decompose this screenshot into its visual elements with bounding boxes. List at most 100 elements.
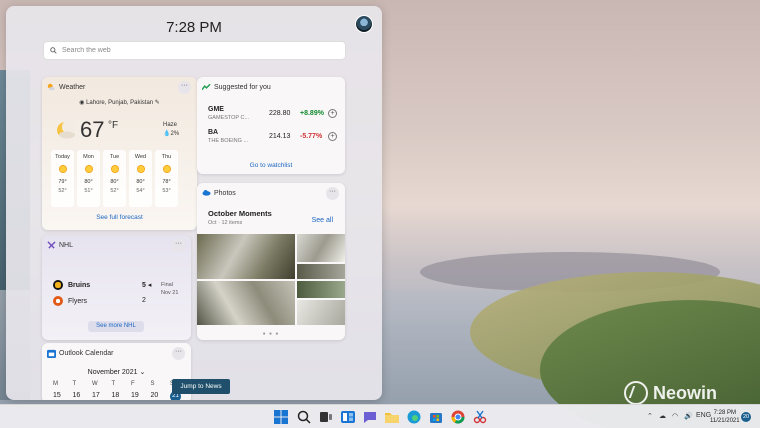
photos-widget[interactable]: Photos ··· October Moments Oct · 12 item… <box>197 183 345 340</box>
trend-chart-icon <box>201 83 211 93</box>
photo-thumbnail[interactable] <box>297 264 345 279</box>
weather-condition: Haze 💧2% <box>163 121 179 139</box>
volume-icon[interactable]: 🔊 <box>684 412 693 420</box>
sun-icon <box>162 165 171 173</box>
game-status: Final Nov 21 <box>161 281 178 297</box>
current-temperature: 67 <box>80 117 105 142</box>
weather-title: Weather <box>59 84 86 91</box>
calendar-date[interactable]: 16 <box>73 392 93 399</box>
nhl-widget[interactable]: NHL ··· Bruins 5 ◂ Flyers 2 Final Nov 21 … <box>42 235 191 340</box>
search-input[interactable] <box>62 47 322 54</box>
forecast-day-name: Mon <box>83 154 94 160</box>
cloud-icon[interactable]: ☁ <box>659 412 666 420</box>
taskbar-date: 11/21/2021 <box>710 418 740 424</box>
photo-grid <box>197 234 345 329</box>
photo-carousel-dots[interactable]: ● ● ● <box>197 331 345 337</box>
calendar-date[interactable]: 17 <box>92 392 112 399</box>
widgets-panel: 7:28 PM Weather ··· ◉ Lahore, Punjab, Pa… <box>6 6 382 400</box>
photos-more-options-icon[interactable]: ··· <box>326 187 339 200</box>
windows-start-icon[interactable] <box>273 409 289 425</box>
stock-row[interactable]: BA THE BOEING ... <box>208 129 248 144</box>
user-avatar[interactable] <box>355 15 373 33</box>
onedrive-cloud-icon <box>202 189 211 198</box>
forecast-day[interactable]: Wed 80° 54° <box>129 150 152 207</box>
chevron-down-icon: ⌄ <box>139 369 146 376</box>
calendar-weekdays: M T W T F S S <box>53 381 190 387</box>
photo-thumbnail[interactable] <box>297 281 345 298</box>
weather-widget[interactable]: Weather ··· ◉ Lahore, Punjab, Pakistan ✎… <box>42 77 197 230</box>
sun-icon <box>58 165 67 173</box>
web-search-box[interactable] <box>43 41 346 60</box>
photo-thumbnail[interactable] <box>197 281 295 325</box>
add-to-watchlist-icon[interactable]: + <box>328 109 337 118</box>
photo-thumbnail[interactable] <box>197 234 295 279</box>
calendar-date[interactable]: 18 <box>112 392 132 399</box>
outlook-calendar-icon <box>47 349 56 360</box>
temperature-unit[interactable]: °F <box>108 120 118 131</box>
stock-name: GAMESTOP C... <box>208 115 250 121</box>
snipping-tool-icon[interactable] <box>472 409 488 425</box>
team-score: 2 <box>142 297 146 304</box>
forecast-day[interactable]: Thu 78° 53° <box>155 150 178 207</box>
nhl-more-options-icon[interactable]: ··· <box>172 239 185 252</box>
calendar-date[interactable]: 19 <box>131 392 151 399</box>
jump-to-news-tooltip[interactable]: Jump to News <box>172 379 230 394</box>
precipitation-value: 2% <box>170 131 180 137</box>
taskbar-clock[interactable]: 7:28 PM 11/21/2021 <box>710 409 740 425</box>
outlook-calendar-widget[interactable]: Outlook Calendar ··· November 2021 ⌄ M T… <box>42 343 191 400</box>
forecast-high: 78° <box>162 179 171 185</box>
edit-pencil-icon: ✎ <box>153 100 160 106</box>
team-row[interactable]: Flyers <box>53 296 87 306</box>
search-icon[interactable] <box>296 409 312 425</box>
weather-partly-sunny-icon <box>47 83 55 93</box>
stocks-widget[interactable]: Suggested for you GME GAMESTOP C... 228.8… <box>197 77 345 174</box>
forecast-high: 79° <box>58 179 67 185</box>
hockey-sticks-icon <box>47 241 56 251</box>
calendar-date[interactable]: 20 <box>151 392 171 399</box>
microsoft-store-icon[interactable] <box>428 409 444 425</box>
weather-more-options-icon[interactable]: ··· <box>178 81 191 94</box>
stock-row[interactable]: GME GAMESTOP C... <box>208 106 249 121</box>
calendar-month-selector[interactable]: November 2021 ⌄ <box>42 368 191 376</box>
widgets-icon[interactable] <box>340 409 356 425</box>
file-explorer-icon[interactable] <box>384 409 400 425</box>
calendar-more-options-icon[interactable]: ··· <box>172 347 185 360</box>
neowin-watermark-text: Neowin <box>653 382 718 403</box>
forecast-day[interactable]: Tue 80° 52° <box>103 150 126 207</box>
calendar-date[interactable]: 15 <box>53 392 73 399</box>
stock-name: THE BOEING ... <box>208 138 249 144</box>
weekday-label: F <box>131 381 135 387</box>
chrome-browser-icon[interactable] <box>450 409 466 425</box>
stocks-title: Suggested for you <box>214 84 271 91</box>
edge-browser-icon[interactable] <box>406 409 422 425</box>
photos-title: Photos <box>214 190 236 197</box>
weekday-label: S <box>150 381 155 387</box>
forecast-day-name: Tue <box>109 154 120 160</box>
photos-see-all-link[interactable]: See all <box>312 217 333 224</box>
teams-chat-icon[interactable] <box>362 409 378 425</box>
team-score: 5 ◂ <box>142 282 152 289</box>
team-row[interactable]: Bruins <box>53 280 90 290</box>
weekday-label: T <box>72 381 77 387</box>
weather-location[interactable]: ◉ Lahore, Punjab, Pakistan ✎ <box>42 99 197 106</box>
chevron-up-icon[interactable]: ⌃ <box>647 412 653 420</box>
forecast-day[interactable]: Today 79° 52° <box>51 150 74 207</box>
add-to-watchlist-icon[interactable]: + <box>328 132 337 141</box>
forecast-day[interactable]: Mon 80° 51° <box>77 150 100 207</box>
forecast-day-name: Today <box>55 154 70 160</box>
search-icon <box>50 47 57 54</box>
nhl-title: NHL <box>59 242 74 249</box>
see-more-nhl-button[interactable]: See more NHL <box>88 321 144 332</box>
forecast-day-name: Wed <box>134 154 147 160</box>
notification-count-badge[interactable]: 20 <box>741 412 751 422</box>
task-view-icon[interactable] <box>318 409 334 425</box>
photo-thumbnail[interactable] <box>297 300 345 325</box>
keyboard-language[interactable]: ENG <box>696 412 711 419</box>
neowin-watermark: Neowin <box>624 381 717 405</box>
wifi-icon[interactable]: ◠ <box>672 412 678 420</box>
go-to-watchlist-link[interactable]: Go to watchlist <box>197 162 345 169</box>
see-full-forecast-link[interactable]: See full forecast <box>42 214 197 221</box>
sun-icon <box>110 165 119 173</box>
sun-icon <box>84 165 93 173</box>
photo-thumbnail[interactable] <box>297 234 345 262</box>
